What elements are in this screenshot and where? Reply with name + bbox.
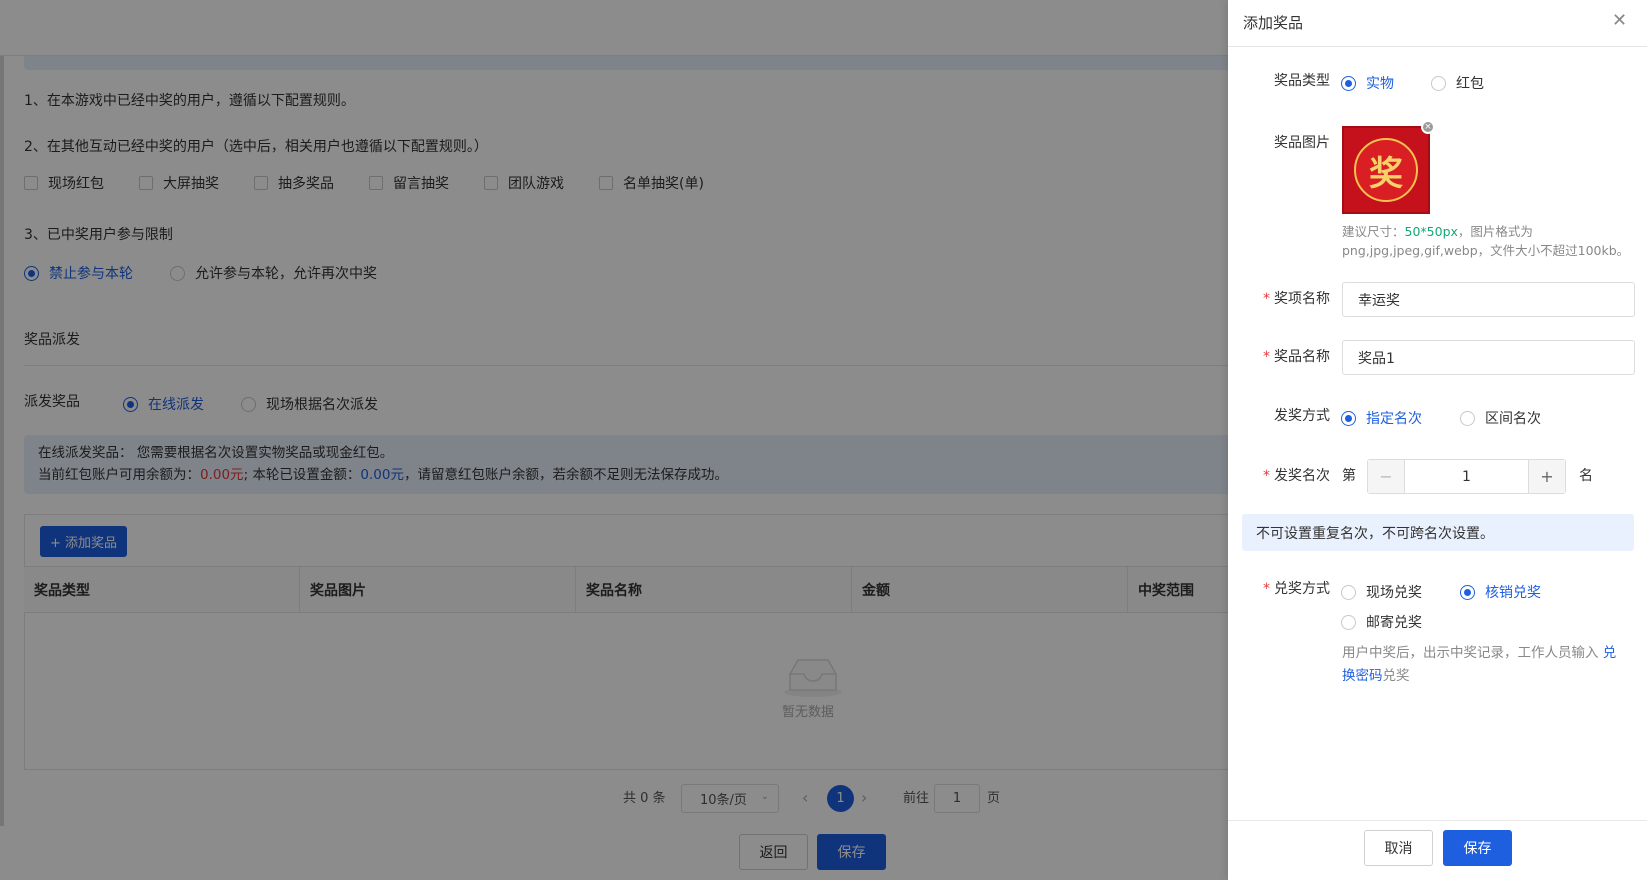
prize-name-label: * 奖品名称 [1263,347,1330,367]
award-name-input[interactable]: 幸运奖 [1342,282,1635,317]
radio-dot[interactable] [1341,410,1356,426]
rank-suffix: 名 [1579,468,1593,484]
image-hint-size: 50*50px [1404,224,1458,239]
prize-name-input[interactable]: 奖品1 [1342,340,1635,375]
radio-dot[interactable] [1460,410,1475,426]
remove-image-icon[interactable]: × [1421,120,1435,134]
drawer-footer-divider [1228,820,1647,821]
award-name-label-text: 奖项名称 [1274,291,1330,307]
rank-prefix: 第 [1342,468,1356,484]
drawer-title: 添加奖品 [1243,14,1304,32]
radio-label: 区间名次 [1485,411,1541,427]
radio-label: 红包 [1456,76,1484,92]
award-mode-label: 发奖方式 [1274,408,1330,424]
radio-dot[interactable] [1341,75,1356,91]
prize-image-thumbnail[interactable]: 奖 [1342,126,1430,214]
rank-tip-box: 不可设置重复名次，不可跨名次设置。 [1242,514,1634,551]
image-hint-line-1: 建议尺寸：50*50px，图片格式为 [1342,222,1533,241]
award-rank-label: * 发奖名次 [1263,466,1330,486]
award-rank-label-text: 发奖名次 [1274,468,1330,484]
radio-specified-rank[interactable]: 指定名次 [1341,408,1422,428]
rank-stepper[interactable]: − 1 + [1367,459,1566,494]
drawer-save-button[interactable]: 保存 [1443,830,1512,866]
prize-image-char: 奖 [1369,153,1403,194]
radio-range-rank[interactable]: 区间名次 [1460,408,1541,428]
prize-name-label-text: 奖品名称 [1274,349,1330,365]
drawer-header-divider [1228,46,1647,47]
radio-dot[interactable] [1431,75,1446,91]
radio-label: 实物 [1366,76,1394,92]
radio-redpacket-prize[interactable]: 红包 [1431,73,1484,93]
add-prize-drawer: 添加奖品 ✕ 奖品类型 实物 红包 奖品图片 奖 × 建议尺寸：50*50px，… [1228,0,1647,880]
modal-overlay[interactable] [0,0,1228,880]
award-name-label: * 奖项名称 [1263,289,1330,309]
radio-physical-prize[interactable]: 实物 [1341,73,1394,93]
image-hint-prefix: 建议尺寸： [1342,224,1405,239]
image-hint-format: ，图片格式为 [1457,224,1533,239]
prize-image-label: 奖品图片 [1274,135,1330,151]
radio-label: 指定名次 [1366,411,1422,427]
rank-decrease-button[interactable]: − [1368,460,1405,493]
required-mark: * [1263,291,1270,307]
close-icon[interactable]: ✕ [1612,11,1627,31]
required-mark: * [1263,349,1270,365]
required-mark: * [1263,468,1270,484]
rank-increase-button[interactable]: + [1528,460,1565,493]
image-hint-line-2: png,jpg,jpeg,gif,webp，文件大小不超过100kb。 [1342,243,1630,258]
drawer-cancel-button[interactable]: 取消 [1364,830,1433,866]
rank-value-input[interactable]: 1 [1405,460,1528,493]
prize-type-label: 奖品类型 [1274,73,1330,89]
